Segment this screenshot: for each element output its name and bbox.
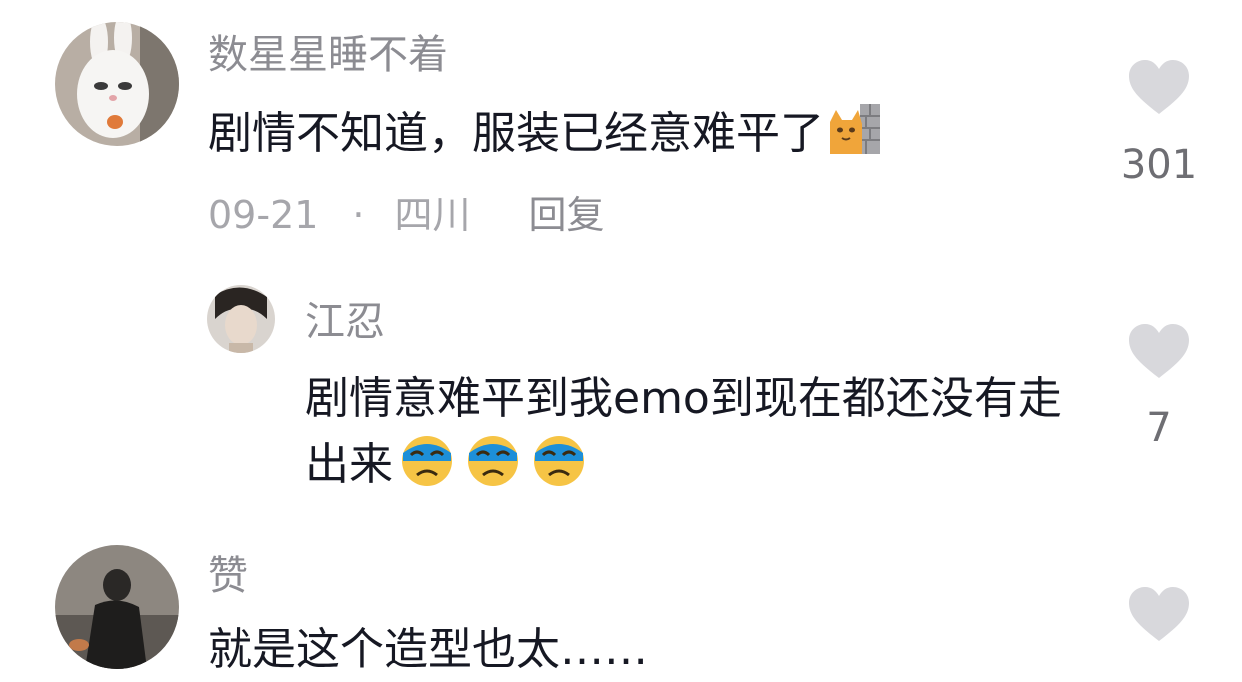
heart-icon: [1129, 587, 1189, 641]
reply-button[interactable]: 回复: [529, 193, 605, 237]
comment-location: 四川: [394, 193, 471, 237]
crying-face-emoji-icon: [527, 431, 591, 505]
like-button[interactable]: [1127, 58, 1191, 120]
heart-icon: [1129, 324, 1189, 378]
avatar-user-2[interactable]: [207, 285, 275, 353]
like-button[interactable]: [1127, 585, 1191, 647]
meta-separator: ·: [352, 193, 365, 237]
like-button[interactable]: [1127, 322, 1191, 384]
crying-face-emoji-icon: [395, 431, 459, 505]
avatar-user-3[interactable]: [55, 545, 179, 669]
cat-wall-emoji-icon: [826, 100, 882, 174]
like-count: 7: [1146, 405, 1172, 451]
person-avatar-icon: [207, 285, 275, 353]
comment-username[interactable]: 江忍: [305, 302, 385, 342]
comment-body: 剧情不知道，服装已经意难平了: [208, 108, 824, 159]
person-avatar-icon: [55, 545, 179, 669]
avatar-user-1[interactable]: [55, 22, 179, 146]
comment-text: 剧情不知道，服装已经意难平了: [208, 100, 1068, 174]
comment-text: 剧情意难平到我emo到现在都还没有走出来: [305, 367, 1095, 505]
comment-username[interactable]: 赞: [208, 556, 248, 596]
comment-meta: 09-21 · 四川 回复: [208, 196, 605, 234]
comment-date: 09-21: [208, 193, 319, 237]
comment-text: 就是这个造型也太……: [208, 624, 648, 675]
rabbit-avatar-icon: [55, 22, 179, 146]
crying-face-emoji-icon: [461, 431, 525, 505]
heart-icon: [1129, 60, 1189, 114]
like-count: 301: [1120, 142, 1198, 188]
comment-username[interactable]: 数星星睡不着: [208, 35, 448, 75]
